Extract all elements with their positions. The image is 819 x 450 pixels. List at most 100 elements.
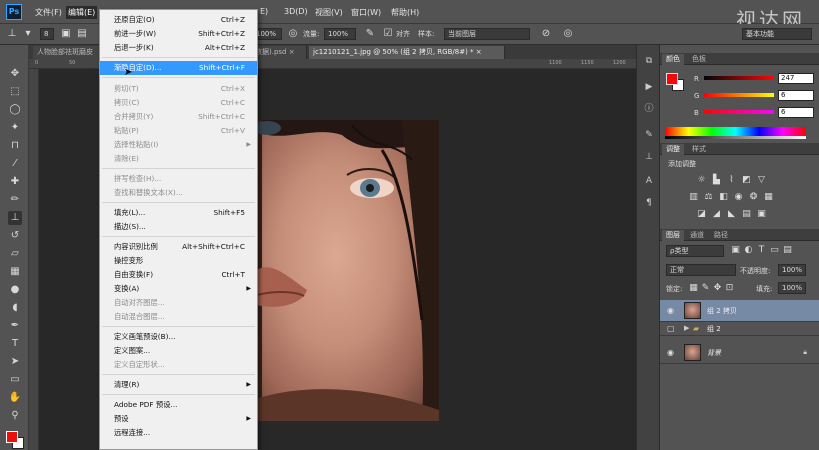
clone-source-panel-icon[interactable]: ⊥: [643, 151, 655, 163]
dodge-tool-icon[interactable]: ◖: [8, 301, 22, 315]
brush-tool-icon[interactable]: ✏: [8, 193, 22, 207]
menu-item-remote-connections[interactable]: 远程连接...: [100, 426, 257, 440]
dropdown-arrow-icon[interactable]: ▾: [22, 28, 34, 40]
document-image[interactable]: [252, 120, 439, 421]
ignore-adjustment-icon[interactable]: ⊘: [540, 28, 552, 40]
brush-size-preset[interactable]: 8: [40, 28, 54, 40]
menu-item-auto-align[interactable]: 自动对齐图层...: [100, 296, 257, 310]
menu-item-content-aware-scale[interactable]: 内容识别比例 Alt+Shift+Ctrl+C: [100, 240, 257, 254]
airbrush-icon[interactable]: ✎: [364, 28, 376, 40]
info-panel-icon[interactable]: ⓘ: [643, 103, 655, 115]
filter-adjustment-icon[interactable]: ◐: [743, 245, 754, 256]
channel-mixer-icon[interactable]: ❂: [748, 192, 759, 203]
blur-tool-icon[interactable]: ●: [8, 283, 22, 297]
visibility-toggle-icon[interactable]: ▢: [667, 324, 675, 333]
document-tab[interactable]: 数据).psd ×: [251, 46, 307, 59]
filter-type-icon[interactable]: T: [756, 245, 767, 256]
aligned-checkbox[interactable]: ☑: [382, 28, 394, 40]
menu-item-paste-special[interactable]: 选择性粘贴(I) ▶: [100, 138, 257, 152]
history-panel-icon[interactable]: ⧉: [643, 55, 655, 67]
red-slider[interactable]: [704, 76, 774, 80]
curves-icon[interactable]: ⌇: [726, 175, 737, 186]
marquee-tool-icon[interactable]: ⬚: [8, 85, 22, 99]
hand-tool-icon[interactable]: ✋: [8, 391, 22, 405]
menu-item-fill[interactable]: 填充(L)... Shift+F5: [100, 206, 257, 220]
vibrance-icon[interactable]: ▽: [756, 175, 767, 186]
eraser-tool-icon[interactable]: ▱: [8, 247, 22, 261]
menu-item-define-brush[interactable]: 定义画笔预设(B)...: [100, 330, 257, 344]
blue-slider[interactable]: [704, 110, 774, 114]
visibility-eye-icon[interactable]: ◉: [667, 348, 674, 357]
menu-item-undo[interactable]: 还原自定(O) Ctrl+Z: [100, 13, 257, 27]
menu-view[interactable]: 视图(V): [313, 6, 345, 19]
clone-stamp-tool-icon[interactable]: ⊥: [8, 211, 22, 225]
lasso-tool-icon[interactable]: ◯: [8, 103, 22, 117]
document-tab[interactable]: 人物脸部祛斑磨皮: [33, 46, 105, 59]
shape-tool-icon[interactable]: ▭: [8, 373, 22, 387]
menu-edit[interactable]: 编辑(E): [66, 6, 98, 19]
red-value-field[interactable]: 247: [778, 73, 814, 84]
lock-image-icon[interactable]: ✎: [700, 283, 711, 294]
layer-opacity-field[interactable]: 100%: [778, 264, 806, 276]
menu-item-copy[interactable]: 拷贝(C) Ctrl+C: [100, 96, 257, 110]
path-select-tool-icon[interactable]: ➤: [8, 355, 22, 369]
layer-row[interactable]: ▢ ▶ ▰ 组 2: [660, 322, 819, 336]
levels-icon[interactable]: ▙: [711, 175, 722, 186]
tab-styles[interactable]: 样式: [688, 144, 710, 155]
crop-tool-icon[interactable]: ⊓: [8, 139, 22, 153]
character-panel-icon[interactable]: A: [643, 175, 655, 187]
green-slider[interactable]: [704, 93, 774, 97]
color-lookup-icon[interactable]: ▦: [763, 192, 774, 203]
pressure-size-icon[interactable]: ◎: [562, 28, 574, 40]
menu-file[interactable]: 文件(F): [33, 6, 64, 19]
menu-item-cut[interactable]: 剪切(T) Ctrl+X: [100, 82, 257, 96]
menu-3d[interactable]: 3D(D): [282, 6, 310, 17]
brush-panel-icon[interactable]: ✎: [643, 129, 655, 141]
menu-item-free-transform[interactable]: 自由变换(F) Ctrl+T: [100, 268, 257, 282]
black-white-icon[interactable]: ◧: [718, 192, 729, 203]
menu-item-stroke[interactable]: 描边(S)...: [100, 220, 257, 234]
brush-panel-icon[interactable]: ▣: [60, 28, 72, 40]
move-tool-icon[interactable]: ✥: [8, 67, 22, 81]
posterize-icon[interactable]: ◢: [711, 209, 722, 220]
zoom-tool-icon[interactable]: ⚲: [8, 409, 22, 423]
layer-row[interactable]: ◉ 背景 🔒︎: [660, 342, 819, 364]
visibility-eye-icon[interactable]: ◉: [667, 306, 674, 315]
filter-shape-icon[interactable]: ▭: [769, 245, 780, 256]
filter-pixel-icon[interactable]: ▣: [730, 245, 741, 256]
layer-fill-field[interactable]: 100%: [778, 282, 806, 294]
clone-source-icon[interactable]: ▤: [76, 28, 88, 40]
gradient-map-icon[interactable]: ▤: [741, 209, 752, 220]
history-brush-tool-icon[interactable]: ↺: [8, 229, 22, 243]
sample-select[interactable]: 当前图层: [444, 28, 530, 40]
tab-channels[interactable]: 通道: [686, 230, 708, 241]
eyedropper-tool-icon[interactable]: ⁄: [8, 157, 22, 171]
menu-item-presets[interactable]: 预设 ▶: [100, 412, 257, 426]
lock-all-icon[interactable]: ⊡: [724, 283, 735, 294]
menu-item-define-pattern[interactable]: 定义图案...: [100, 344, 257, 358]
layer-kind-filter[interactable]: ρ类型: [666, 245, 724, 257]
document-tab-active[interactable]: jc1210121_1.jpg @ 50% (组 2 拷贝, RGB/8#) *…: [309, 46, 505, 59]
tab-adjustments[interactable]: 调整: [662, 144, 684, 155]
filter-smart-object-icon[interactable]: ▤: [782, 245, 793, 256]
blend-mode-select[interactable]: 正常: [666, 264, 736, 276]
foreground-color-swatch[interactable]: [6, 431, 18, 443]
expand-arrow-icon[interactable]: ▶: [684, 324, 689, 332]
brightness-icon[interactable]: ☼: [696, 175, 707, 186]
color-balance-icon[interactable]: ⚖: [703, 192, 714, 203]
gradient-tool-icon[interactable]: ▦: [8, 265, 22, 279]
tab-paths[interactable]: 路径: [710, 230, 732, 241]
menu-item-transform[interactable]: 变换(A) ▶: [100, 282, 257, 296]
tab-swatches[interactable]: 色板: [688, 54, 710, 65]
pen-tool-icon[interactable]: ✒: [8, 319, 22, 333]
photo-filter-icon[interactable]: ◉: [733, 192, 744, 203]
tab-layers[interactable]: 图层: [662, 230, 684, 241]
type-tool-icon[interactable]: T: [8, 337, 22, 351]
blue-value-field[interactable]: 6: [778, 107, 814, 118]
menu-item-paste[interactable]: 粘贴(P) Ctrl+V: [100, 124, 257, 138]
menu-help[interactable]: 帮助(H): [389, 6, 421, 19]
tab-color[interactable]: 颜色: [662, 54, 684, 65]
actions-panel-icon[interactable]: ▶: [643, 81, 655, 93]
menu-item-find-replace[interactable]: 查找和替换文本(X)...: [100, 186, 257, 200]
exposure-icon[interactable]: ◩: [741, 175, 752, 186]
